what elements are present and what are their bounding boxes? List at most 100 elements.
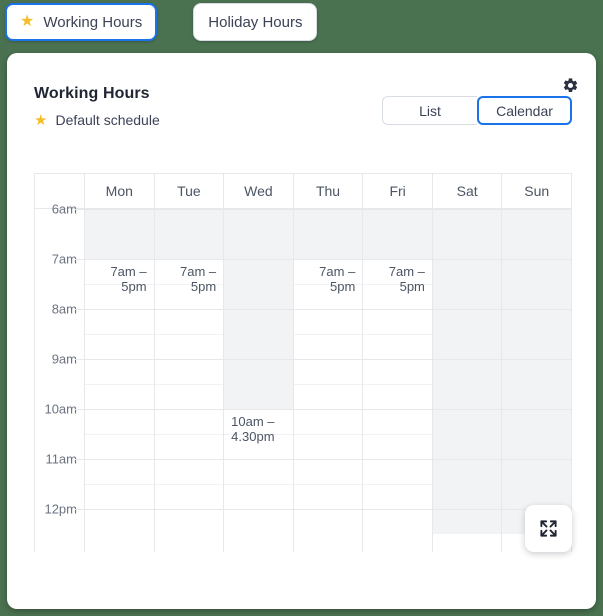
hour-gridline xyxy=(224,359,293,360)
time-gutter: 6am7am8am9am10am11am12pm xyxy=(35,209,85,552)
half-hour-gridline xyxy=(224,484,293,485)
half-hour-gridline xyxy=(224,334,293,335)
hour-gridline xyxy=(155,509,224,510)
calendar-event[interactable]: 10am –4.30pm xyxy=(224,409,293,444)
hour-gridline xyxy=(224,459,293,460)
hour-gridline xyxy=(75,459,84,460)
day-column-thu[interactable]: 7am –5pm xyxy=(294,209,364,552)
view-toggle-calendar-label: Calendar xyxy=(496,103,553,119)
half-hour-gridline xyxy=(502,484,571,485)
hour-gridline xyxy=(363,359,432,360)
half-hour-gridline xyxy=(433,334,502,335)
hour-gridline xyxy=(294,309,363,310)
hour-gridline xyxy=(502,259,571,260)
day-header-thu: Thu xyxy=(294,174,364,208)
fullscreen-expand-icon[interactable] xyxy=(525,505,572,552)
half-hour-gridline xyxy=(85,384,154,385)
hour-gridline xyxy=(433,309,502,310)
half-hour-gridline xyxy=(433,384,502,385)
day-column-mon[interactable]: 7am –5pm xyxy=(85,209,155,552)
half-hour-gridline xyxy=(155,484,224,485)
hour-gridline xyxy=(155,309,224,310)
star-icon: ★ xyxy=(20,14,34,30)
hour-gridline xyxy=(75,309,84,310)
half-hour-gridline xyxy=(155,384,224,385)
time-label: 6am xyxy=(52,202,77,217)
day-header-wed: Wed xyxy=(224,174,294,208)
hour-gridline xyxy=(224,209,293,210)
view-toggle-calendar[interactable]: Calendar xyxy=(477,96,572,125)
hour-gridline xyxy=(433,409,502,410)
half-hour-gridline xyxy=(502,434,571,435)
day-column-wed[interactable]: 10am –4.30pm xyxy=(224,209,294,552)
half-hour-gridline xyxy=(294,434,363,435)
hour-gridline xyxy=(75,409,84,410)
half-hour-gridline xyxy=(85,234,154,235)
tab-working-hours[interactable]: ★ Working Hours xyxy=(5,3,157,41)
tab-holiday-hours-label: Holiday Hours xyxy=(208,14,302,31)
half-hour-gridline xyxy=(433,434,502,435)
hour-gridline xyxy=(75,509,84,510)
half-hour-gridline xyxy=(155,434,224,435)
half-hour-gridline xyxy=(85,434,154,435)
calendar-grid: Mon Tue Wed Thu Fri Sat Sun 6am7am8am9am… xyxy=(34,173,572,552)
half-hour-gridline xyxy=(433,234,502,235)
half-hour-gridline xyxy=(502,334,571,335)
day-column-sun[interactable] xyxy=(502,209,571,552)
hour-gridline xyxy=(433,209,502,210)
hour-gridline xyxy=(155,409,224,410)
day-header-mon: Mon xyxy=(85,174,155,208)
tab-working-hours-label: Working Hours xyxy=(43,14,142,31)
half-hour-gridline xyxy=(155,334,224,335)
time-label: 11am xyxy=(45,452,77,467)
calendar-event[interactable]: 7am –5pm xyxy=(294,259,363,294)
day-header-sun: Sun xyxy=(502,174,571,208)
half-hour-gridline xyxy=(85,334,154,335)
default-schedule-label: Default schedule xyxy=(55,112,159,128)
half-hour-gridline xyxy=(363,434,432,435)
hour-gridline xyxy=(363,459,432,460)
half-hour-gridline xyxy=(224,284,293,285)
half-hour-gridline xyxy=(363,384,432,385)
hour-gridline xyxy=(224,509,293,510)
hour-gridline xyxy=(363,409,432,410)
half-hour-gridline xyxy=(363,334,432,335)
hour-gridline xyxy=(433,459,502,460)
hour-gridline xyxy=(294,409,363,410)
half-hour-gridline xyxy=(294,334,363,335)
hour-gridline xyxy=(85,409,154,410)
half-hour-gridline xyxy=(502,284,571,285)
hour-gridline xyxy=(85,509,154,510)
time-label: 8am xyxy=(52,302,77,317)
hour-gridline xyxy=(155,209,224,210)
hour-gridline xyxy=(294,359,363,360)
day-column-fri[interactable]: 7am –5pm xyxy=(363,209,433,552)
half-hour-gridline xyxy=(155,234,224,235)
time-label: 9am xyxy=(52,352,77,367)
time-label: 10am xyxy=(44,402,77,417)
calendar-event[interactable]: 7am –5pm xyxy=(85,259,154,294)
card-header: Working Hours ★ Default schedule xyxy=(34,85,160,128)
day-header-sat: Sat xyxy=(433,174,503,208)
hour-gridline xyxy=(294,209,363,210)
hour-gridline xyxy=(502,309,571,310)
hour-gridline xyxy=(224,309,293,310)
hour-gridline xyxy=(224,259,293,260)
calendar-event[interactable]: 7am –5pm xyxy=(363,259,432,294)
half-hour-gridline xyxy=(502,234,571,235)
hour-gridline xyxy=(502,409,571,410)
day-column-sat[interactable] xyxy=(433,209,503,552)
view-toggle-list[interactable]: List xyxy=(382,96,477,125)
gear-icon[interactable] xyxy=(558,73,582,97)
unavailable-block xyxy=(433,209,502,534)
calendar-body[interactable]: 6am7am8am9am10am11am12pm 7am –5pm 7am –5… xyxy=(35,209,571,552)
day-column-tue[interactable]: 7am –5pm xyxy=(155,209,225,552)
hour-gridline xyxy=(363,209,432,210)
tab-strip: ★ Working Hours Holiday Hours xyxy=(0,0,317,52)
calendar-event[interactable]: 7am –5pm xyxy=(155,259,224,294)
half-hour-gridline xyxy=(85,484,154,485)
tab-holiday-hours[interactable]: Holiday Hours xyxy=(193,3,317,41)
half-hour-gridline xyxy=(294,484,363,485)
hour-gridline xyxy=(294,459,363,460)
half-hour-gridline xyxy=(433,484,502,485)
